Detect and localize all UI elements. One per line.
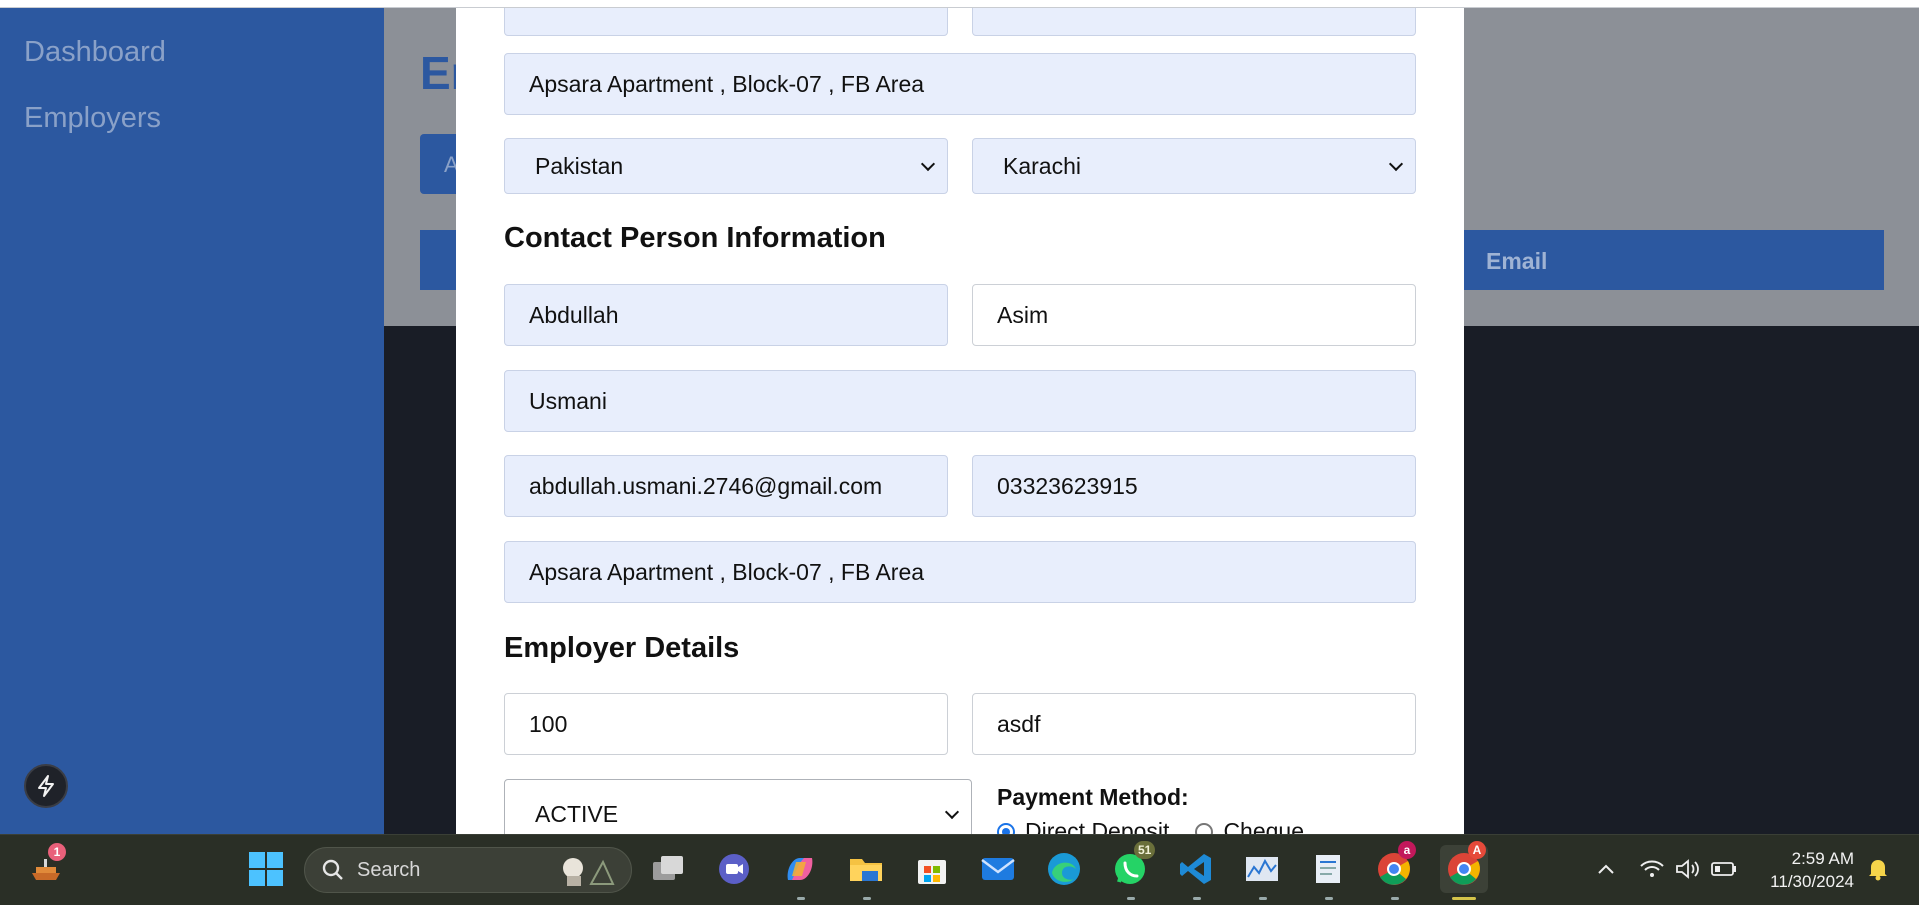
search-highlight-illustration xyxy=(555,854,617,888)
clock-date: 11/30/2024 xyxy=(1770,872,1854,891)
contact-first-name-field[interactable]: Abdullah xyxy=(504,284,948,346)
video-chat-icon xyxy=(719,854,749,884)
payment-method-label: Payment Method: xyxy=(997,784,1189,810)
employer-field-1[interactable]: 100 xyxy=(504,693,948,755)
country-select[interactable]: Pakistan xyxy=(504,138,948,194)
wifi-button[interactable] xyxy=(1632,849,1672,889)
address-field[interactable]: Apsara Apartment , Block-07 , FB Area xyxy=(504,53,1416,115)
payment-method-options: Direct Deposit Cheque xyxy=(997,818,1304,834)
battery-button[interactable] xyxy=(1704,849,1744,889)
document-icon xyxy=(1316,855,1340,883)
employer-field-2[interactable]: asdf xyxy=(972,693,1416,755)
country-select-value: Pakistan xyxy=(535,152,624,179)
resource-monitor-icon xyxy=(1246,857,1278,881)
search-placeholder: Search xyxy=(357,858,421,881)
chrome-profile-2-button[interactable]: A xyxy=(1440,841,1488,893)
radio-direct-deposit-label: Direct Deposit xyxy=(1025,818,1170,834)
contact-last-name-field[interactable]: Usmani xyxy=(504,370,1416,432)
notification-badge: 1 xyxy=(48,843,66,861)
chevron-up-icon xyxy=(1598,864,1614,874)
start-button[interactable] xyxy=(246,849,286,889)
contact-address-field[interactable]: Apsara Apartment , Block-07 , FB Area xyxy=(504,541,1416,603)
notifications-button[interactable] xyxy=(1858,849,1898,889)
clock-time: 2:59 AM xyxy=(1791,849,1854,868)
vscode-icon xyxy=(1180,854,1211,884)
table-header-email: Email xyxy=(1486,248,1548,274)
city-select[interactable]: Karachi xyxy=(972,138,1416,194)
edge-icon xyxy=(1048,853,1080,885)
file-explorer-button[interactable] xyxy=(846,849,886,889)
sidebar: Dashboard Employers xyxy=(0,8,384,834)
show-hidden-icons-button[interactable] xyxy=(1586,849,1626,889)
windows-icon xyxy=(249,852,283,886)
task-view-icon xyxy=(653,856,683,880)
status-select-value: ACTIVE xyxy=(535,800,619,827)
battery-icon xyxy=(1711,862,1736,876)
chrome-profile-badge-2: A xyxy=(1468,841,1486,859)
running-indicator xyxy=(863,897,871,900)
whatsapp-badge: 51 xyxy=(1134,841,1156,859)
running-indicator xyxy=(1391,897,1399,900)
sidebar-item-dashboard[interactable]: Dashboard xyxy=(24,36,166,69)
chevron-down-icon xyxy=(944,804,960,820)
bolt-button[interactable] xyxy=(24,764,68,808)
store-icon xyxy=(918,860,946,884)
sidebar-item-employers[interactable]: Employers xyxy=(24,102,161,135)
radio-cheque[interactable] xyxy=(1195,822,1214,834)
monitor-app-button[interactable] xyxy=(1242,849,1282,889)
wifi-icon xyxy=(1640,860,1664,877)
teams-button[interactable] xyxy=(714,849,754,889)
store-button[interactable] xyxy=(912,849,952,889)
edge-button[interactable] xyxy=(1044,849,1084,889)
city-select-value: Karachi xyxy=(1003,152,1081,179)
notes-app-button[interactable] xyxy=(1308,849,1348,889)
whatsapp-button[interactable]: 51 xyxy=(1110,841,1156,889)
chevron-down-icon xyxy=(1388,156,1404,172)
running-indicator xyxy=(1325,897,1333,900)
browser-top-strip xyxy=(0,0,1919,8)
contact-middle-name-field[interactable]: Asim xyxy=(972,284,1416,346)
mail-button[interactable] xyxy=(978,849,1018,889)
lightning-icon xyxy=(38,775,54,797)
volume-button[interactable] xyxy=(1668,849,1708,889)
mail-icon xyxy=(981,858,1015,880)
bell-icon xyxy=(1869,860,1887,881)
status-select[interactable]: ACTIVE xyxy=(504,779,972,834)
contact-section-title: Contact Person Information xyxy=(504,222,886,254)
radio-cheque-label: Cheque xyxy=(1223,818,1305,834)
running-indicator xyxy=(1127,897,1135,900)
weather-widget[interactable]: 1 xyxy=(26,843,66,889)
top-left-field[interactable] xyxy=(504,8,948,36)
running-indicator xyxy=(1193,897,1201,900)
contact-email-field[interactable]: abdullah.usmani.2746@gmail.com xyxy=(504,455,948,517)
contact-phone-field[interactable]: 03323623915 xyxy=(972,455,1416,517)
chrome-profile-1-button[interactable]: a xyxy=(1374,841,1416,889)
taskbar: 1 Search 51 a A 2:59 AM 11/30/2024 xyxy=(0,834,1919,905)
running-indicator xyxy=(1259,897,1267,900)
active-indicator xyxy=(1452,897,1476,900)
taskbar-search[interactable]: Search xyxy=(304,847,632,893)
radio-direct-deposit[interactable] xyxy=(997,822,1015,834)
task-view-button[interactable] xyxy=(648,849,688,889)
employer-section-title: Employer Details xyxy=(504,632,740,664)
vscode-button[interactable] xyxy=(1176,849,1216,889)
running-indicator xyxy=(797,897,805,900)
system-clock[interactable]: 2:59 AM 11/30/2024 xyxy=(1760,847,1854,893)
copilot-button[interactable] xyxy=(780,849,820,889)
chrome-profile-badge-1: a xyxy=(1398,841,1416,859)
employer-form-modal: Apsara Apartment , Block-07 , FB Area Pa… xyxy=(456,8,1464,834)
search-icon xyxy=(322,859,343,880)
chevron-down-icon xyxy=(920,156,936,172)
speaker-icon xyxy=(1676,859,1699,879)
top-right-field[interactable] xyxy=(972,8,1416,36)
copilot-icon xyxy=(787,858,813,880)
folder-icon xyxy=(850,859,882,881)
